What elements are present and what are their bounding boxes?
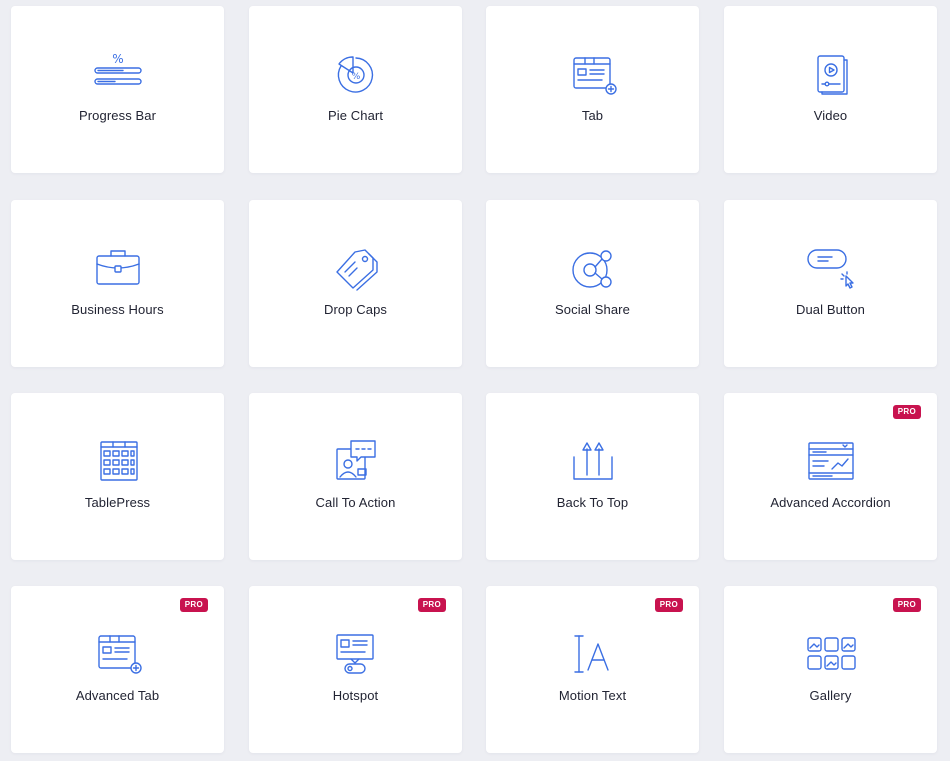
widget-card-advanced-accordion[interactable]: PRO Advanced Accordion — [724, 393, 937, 560]
widget-label: Video — [813, 108, 848, 123]
video-icon — [806, 52, 856, 98]
pie-chart-icon: % — [331, 52, 381, 98]
widget-label: Motion Text — [558, 688, 627, 703]
widget-label: Social Share — [555, 302, 630, 317]
widget-card-gallery[interactable]: PRO Gallery — [724, 586, 937, 753]
widget-card-motion-text[interactable]: PRO Motion Text — [486, 586, 699, 753]
widget-card-hotspot[interactable]: PRO Hotspot — [249, 586, 462, 753]
widget-card-back-to-top[interactable]: Back To Top — [486, 393, 699, 560]
widget-label: Call To Action — [315, 495, 396, 510]
svg-text:%: % — [112, 52, 123, 66]
widget-card-video[interactable]: Video — [724, 6, 937, 173]
widget-card-progress-bar[interactable]: % Progress Bar — [11, 6, 224, 173]
pro-badge: PRO — [892, 405, 921, 419]
widget-label: Back To Top — [556, 495, 629, 510]
widget-card-advanced-tab[interactable]: PRO Advanced Tab — [11, 586, 224, 753]
price-tag-icon — [331, 246, 381, 292]
widget-label: Advanced Tab — [75, 688, 160, 703]
gallery-icon — [806, 632, 856, 678]
share-icon — [568, 246, 618, 292]
pro-badge: PRO — [417, 598, 446, 612]
widget-label: Progress Bar — [78, 108, 157, 123]
progress-bar-icon: % — [93, 52, 143, 98]
table-icon — [93, 439, 143, 485]
widget-card-business-hours[interactable]: Business Hours — [11, 200, 224, 367]
tab-icon — [568, 52, 618, 98]
widget-card-pie-chart[interactable]: % Pie Chart — [249, 6, 462, 173]
widget-label: Business Hours — [71, 302, 164, 317]
widget-label: TablePress — [84, 495, 151, 510]
widget-label: Hotspot — [332, 688, 379, 703]
widget-grid: % Progress Bar % Pie Chart Tab Video Bus… — [0, 0, 950, 761]
widget-card-tab[interactable]: Tab — [486, 6, 699, 173]
widget-card-drop-caps[interactable]: Drop Caps — [249, 200, 462, 367]
hotspot-icon — [331, 632, 381, 678]
widget-card-social-share[interactable]: Social Share — [486, 200, 699, 367]
widget-label: Pie Chart — [327, 108, 384, 123]
widget-card-tablepress[interactable]: TablePress — [11, 393, 224, 560]
briefcase-icon — [93, 246, 143, 292]
widget-label: Drop Caps — [323, 302, 388, 317]
widget-card-dual-button[interactable]: Dual Button — [724, 200, 937, 367]
widget-label: Dual Button — [795, 302, 866, 317]
motion-text-icon — [568, 632, 618, 678]
widget-label: Advanced Accordion — [770, 495, 891, 510]
back-to-top-icon — [568, 439, 618, 485]
advanced-tab-icon — [93, 632, 143, 678]
svg-text:%: % — [351, 72, 360, 82]
widget-card-call-to-action[interactable]: Call To Action — [249, 393, 462, 560]
widget-label: Gallery — [809, 688, 852, 703]
call-to-action-icon — [331, 439, 381, 485]
accordion-icon — [806, 439, 856, 485]
pro-badge: PRO — [892, 598, 921, 612]
widget-label: Tab — [581, 108, 604, 123]
dual-button-icon — [806, 246, 856, 292]
pro-badge: PRO — [179, 598, 208, 612]
pro-badge: PRO — [654, 598, 683, 612]
